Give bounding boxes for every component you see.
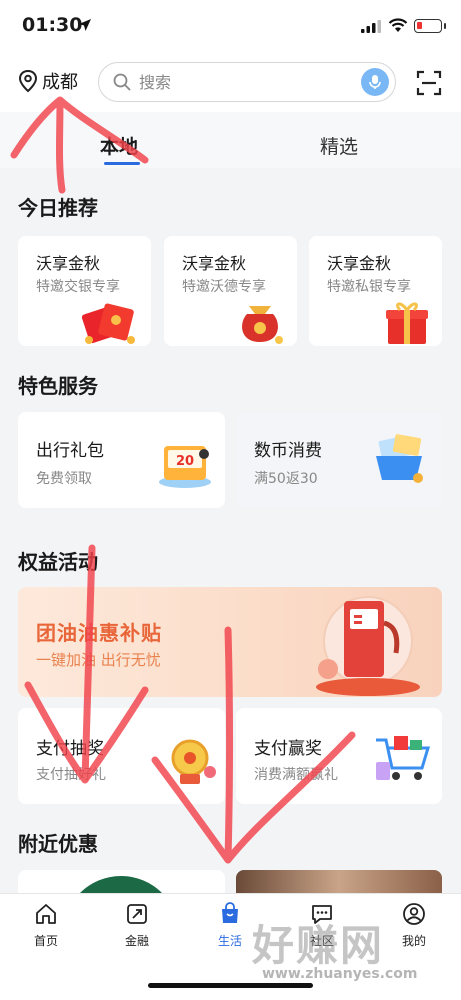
card-title: 出行礼包 — [36, 441, 104, 461]
card-subtitle: 免费领取 — [36, 471, 92, 487]
tabbar-label: 我的 — [401, 934, 426, 948]
recommend-card-1[interactable]: 沃享金秋 特邀交银专享 — [18, 236, 151, 346]
section-title-services: 特色服务 — [18, 374, 98, 398]
card-title: 支付抽奖 — [36, 739, 104, 759]
top-bar: 成都 — [0, 52, 461, 112]
recommend-card-2[interactable]: 沃享金秋 特邀沃德专享 — [164, 236, 297, 346]
location-pin-icon — [18, 69, 38, 93]
card-subtitle: 特邀沃德专享 — [182, 279, 266, 295]
status-time: 01:30 — [22, 14, 83, 36]
wifi-icon — [388, 18, 408, 32]
card-subtitle: 支付抽好礼 — [36, 767, 106, 783]
tabbar-label: 金融 — [124, 934, 149, 948]
tabbar-item-finance[interactable]: 金融 — [107, 902, 167, 949]
banner-subtitle: 一键加油 出行无忧 — [36, 651, 161, 669]
shopping-bag-icon — [222, 902, 238, 923]
banner-title: 团油油惠补贴 — [36, 621, 162, 645]
fuel-subsidy-banner[interactable]: 团油油惠补贴 一键加油 出行无忧 — [18, 587, 442, 697]
card-title: 沃享金秋 — [327, 254, 392, 273]
finance-icon — [127, 904, 147, 924]
fuel-pump-icon — [316, 596, 420, 696]
watermark-url: www.zhuanyes.com — [262, 966, 418, 982]
home-icon — [36, 904, 56, 924]
tabbar-label: 生活 — [217, 934, 242, 948]
city-label: 成都 — [42, 72, 78, 93]
section-title-today: 今日推荐 — [18, 196, 98, 220]
tab-local[interactable]: 本地 — [100, 132, 138, 159]
tab-featured[interactable]: 精选 — [320, 132, 358, 159]
red-envelope-icon — [81, 303, 135, 344]
tabbar-label: 首页 — [33, 934, 58, 948]
search-input[interactable] — [139, 72, 349, 92]
digital-wallet-icon — [376, 434, 423, 483]
card-title: 支付赢奖 — [254, 739, 322, 759]
tabbar-item-life[interactable]: 生活 — [200, 902, 260, 949]
service-card-travel[interactable]: 出行礼包 免费领取 20 — [18, 412, 225, 508]
voice-search-button[interactable] — [361, 68, 389, 96]
home-indicator — [148, 983, 313, 988]
shopping-cart-icon — [376, 736, 431, 780]
travel-gift-icon: 20 — [159, 446, 211, 488]
money-bag-icon — [242, 306, 283, 344]
activity-card-payment-reward[interactable]: 支付赢奖 消费满额赢礼 — [236, 708, 442, 804]
card-subtitle: 满50返30 — [254, 471, 318, 487]
location-arrow-icon — [79, 19, 91, 31]
card-title: 沃享金秋 — [182, 254, 247, 273]
content-tabs: 本地 精选 — [0, 112, 461, 168]
tabbar-item-home[interactable]: 首页 — [16, 902, 76, 949]
activity-card-lottery[interactable]: 支付抽奖 支付抽好礼 — [18, 708, 225, 804]
search-bar[interactable] — [98, 62, 396, 102]
microphone-icon — [369, 75, 381, 89]
card-title: 数币消费 — [254, 441, 322, 461]
section-title-benefits: 权益活动 — [18, 550, 98, 574]
recommend-card-3[interactable]: 沃享金秋 特邀私银专享 — [309, 236, 442, 346]
status-bar: 01:30 — [0, 0, 461, 52]
tabbar-item-me[interactable]: 我的 — [384, 902, 444, 949]
scan-icon[interactable] — [416, 70, 442, 96]
gift-box-icon — [386, 302, 428, 344]
watermark-text: 好赚网 — [252, 921, 385, 970]
user-icon — [403, 903, 425, 925]
search-icon — [113, 73, 131, 91]
battery-icon — [414, 19, 446, 33]
card-subtitle: 特邀私银专享 — [327, 279, 411, 295]
card-subtitle: 特邀交银专享 — [36, 279, 120, 295]
prize-wheel-icon — [171, 739, 216, 784]
city-selector[interactable]: 成都 — [18, 68, 78, 94]
cellular-signal-icon — [361, 20, 381, 33]
card-subtitle: 消费满额赢礼 — [254, 767, 338, 783]
card-title: 沃享金秋 — [36, 254, 101, 273]
section-title-nearby: 附近优惠 — [18, 832, 98, 856]
active-tab-indicator — [104, 162, 140, 165]
service-card-digital-currency[interactable]: 数币消费 满50返30 — [236, 412, 442, 508]
travel-gift-badge: 20 — [176, 454, 194, 469]
